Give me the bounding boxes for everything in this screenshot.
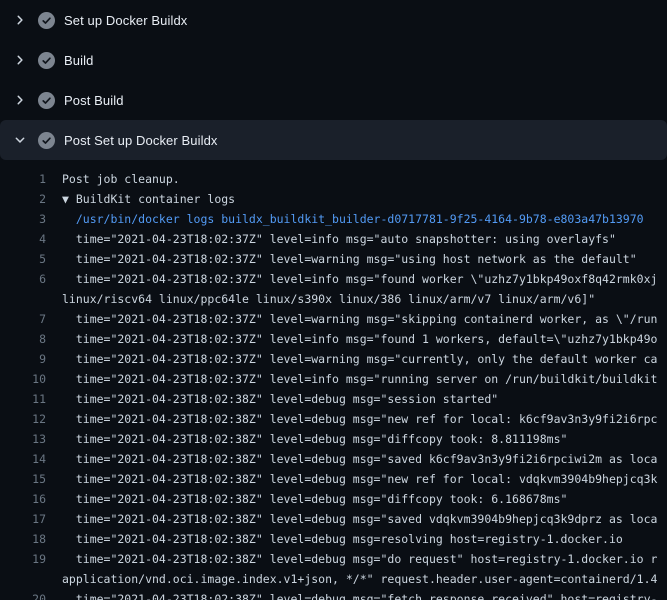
check-circle-icon <box>38 132 55 149</box>
line-number[interactable]: 1 <box>0 169 46 189</box>
log-line: 6 time="2021-04-23T18:02:37Z" level=info… <box>0 269 667 289</box>
log-line: 20 time="2021-04-23T18:02:38Z" level=deb… <box>0 589 667 600</box>
log-line: 18 time="2021-04-23T18:02:38Z" level=deb… <box>0 529 667 549</box>
step-row-set-up-docker-buildx[interactable]: Set up Docker Buildx <box>0 0 667 40</box>
step-row-post-set-up-docker-buildx[interactable]: Post Set up Docker Buildx <box>0 120 667 160</box>
log-text: time="2021-04-23T18:02:38Z" level=debug … <box>62 589 657 600</box>
check-circle-icon <box>38 92 55 109</box>
log-line: 8 time="2021-04-23T18:02:37Z" level=info… <box>0 329 667 349</box>
line-number[interactable]: 6 <box>0 269 46 289</box>
log-line: 15 time="2021-04-23T18:02:38Z" level=deb… <box>0 469 667 489</box>
log-line: 14 time="2021-04-23T18:02:38Z" level=deb… <box>0 449 667 469</box>
line-number[interactable]: 20 <box>0 589 46 600</box>
log-line: application/vnd.oci.image.index.v1+json,… <box>0 569 667 589</box>
line-number <box>0 289 46 309</box>
log-line: 3 /usr/bin/docker logs buildx_buildkit_b… <box>0 209 667 229</box>
line-number <box>0 569 46 589</box>
log-line: 19 time="2021-04-23T18:02:38Z" level=deb… <box>0 549 667 569</box>
log-text: time="2021-04-23T18:02:38Z" level=debug … <box>62 489 567 509</box>
line-number[interactable]: 5 <box>0 249 46 269</box>
log-text: time="2021-04-23T18:02:38Z" level=debug … <box>62 529 623 549</box>
log-line: 5 time="2021-04-23T18:02:37Z" level=warn… <box>0 249 667 269</box>
log-text: time="2021-04-23T18:02:37Z" level=info m… <box>62 369 657 389</box>
step-title: Post Set up Docker Buildx <box>64 133 218 148</box>
step-title: Post Build <box>64 93 124 108</box>
log-line: 12 time="2021-04-23T18:02:38Z" level=deb… <box>0 409 667 429</box>
line-number[interactable]: 16 <box>0 489 46 509</box>
log-text: time="2021-04-23T18:02:38Z" level=debug … <box>62 469 657 489</box>
step-row-build[interactable]: Build <box>0 40 667 80</box>
log-text: time="2021-04-23T18:02:37Z" level=info m… <box>62 329 657 349</box>
step-row-post-build[interactable]: Post Build <box>0 80 667 120</box>
log-command-text: /usr/bin/docker logs buildx_buildkit_bui… <box>62 209 644 229</box>
log-text: time="2021-04-23T18:02:38Z" level=debug … <box>62 549 657 569</box>
log-viewer: 1 Post job cleanup. 2 ▼ BuildKit contain… <box>0 160 667 600</box>
log-text-wrap: linux/riscv64 linux/ppc64le linux/s390x … <box>62 289 595 309</box>
log-text: time="2021-04-23T18:02:37Z" level=warnin… <box>62 249 637 269</box>
log-line: 1 Post job cleanup. <box>0 169 667 189</box>
log-text: time="2021-04-23T18:02:38Z" level=debug … <box>62 409 657 429</box>
chevron-right-icon <box>12 92 28 108</box>
log-text: Post job cleanup. <box>62 169 180 189</box>
log-text-wrap: application/vnd.oci.image.index.v1+json,… <box>62 569 657 589</box>
log-text: time="2021-04-23T18:02:38Z" level=debug … <box>62 389 498 409</box>
log-text: time="2021-04-23T18:02:38Z" level=debug … <box>62 429 567 449</box>
log-line: 10 time="2021-04-23T18:02:37Z" level=inf… <box>0 369 667 389</box>
line-number[interactable]: 12 <box>0 409 46 429</box>
log-line: 11 time="2021-04-23T18:02:38Z" level=deb… <box>0 389 667 409</box>
line-number[interactable]: 13 <box>0 429 46 449</box>
line-number[interactable]: 19 <box>0 549 46 569</box>
steps-list: Set up Docker Buildx Build <box>0 0 667 160</box>
log-line: 4 time="2021-04-23T18:02:37Z" level=info… <box>0 229 667 249</box>
chevron-right-icon <box>12 52 28 68</box>
actions-log-panel: Set up Docker Buildx Build <box>0 0 667 600</box>
log-text: time="2021-04-23T18:02:37Z" level=info m… <box>62 229 616 249</box>
line-number[interactable]: 4 <box>0 229 46 249</box>
line-number[interactable]: 7 <box>0 309 46 329</box>
log-line: 17 time="2021-04-23T18:02:38Z" level=deb… <box>0 509 667 529</box>
check-circle-icon <box>38 52 55 69</box>
line-number[interactable]: 8 <box>0 329 46 349</box>
line-number[interactable]: 11 <box>0 389 46 409</box>
line-number[interactable]: 10 <box>0 369 46 389</box>
log-text: time="2021-04-23T18:02:38Z" level=debug … <box>62 449 657 469</box>
line-number[interactable]: 17 <box>0 509 46 529</box>
log-line: 9 time="2021-04-23T18:02:37Z" level=warn… <box>0 349 667 369</box>
line-number[interactable]: 14 <box>0 449 46 469</box>
log-text: time="2021-04-23T18:02:37Z" level=warnin… <box>62 309 657 329</box>
step-title: Set up Docker Buildx <box>64 13 187 28</box>
log-line: 13 time="2021-04-23T18:02:38Z" level=deb… <box>0 429 667 449</box>
log-text: time="2021-04-23T18:02:38Z" level=debug … <box>62 509 657 529</box>
line-number[interactable]: 2 <box>0 189 46 209</box>
line-number[interactable]: 18 <box>0 529 46 549</box>
line-number[interactable]: 9 <box>0 349 46 369</box>
log-line: 7 time="2021-04-23T18:02:37Z" level=warn… <box>0 309 667 329</box>
line-number[interactable]: 15 <box>0 469 46 489</box>
log-text: time="2021-04-23T18:02:37Z" level=info m… <box>62 269 657 289</box>
log-line: 16 time="2021-04-23T18:02:38Z" level=deb… <box>0 489 667 509</box>
log-group-toggle[interactable]: ▼ BuildKit container logs <box>62 189 235 209</box>
step-title: Build <box>64 53 93 68</box>
log-line: linux/riscv64 linux/ppc64le linux/s390x … <box>0 289 667 309</box>
chevron-right-icon <box>12 12 28 28</box>
log-line: 2 ▼ BuildKit container logs <box>0 189 667 209</box>
check-circle-icon <box>38 12 55 29</box>
log-text: time="2021-04-23T18:02:37Z" level=warnin… <box>62 349 657 369</box>
chevron-down-icon <box>12 132 28 148</box>
line-number[interactable]: 3 <box>0 209 46 229</box>
